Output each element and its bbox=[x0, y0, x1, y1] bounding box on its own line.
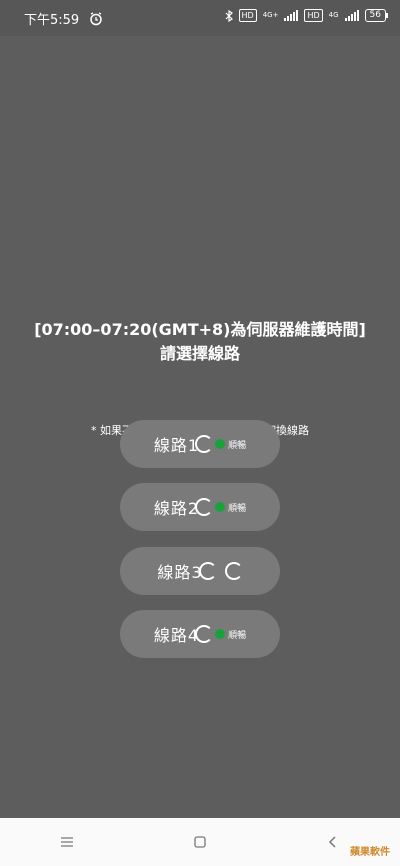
page-title: [07:00–07:20(GMT+8)為伺服器維護時間] 請選擇線路 bbox=[0, 318, 400, 366]
menu-icon[interactable] bbox=[57, 832, 77, 852]
route-status: 順暢 bbox=[228, 630, 247, 641]
status-left: 下午5:59 bbox=[24, 9, 103, 28]
loading-spinner-icon bbox=[195, 435, 214, 453]
route-label: 線路3 bbox=[157, 563, 203, 582]
route-button-2[interactable]: 線路2 順暢 bbox=[120, 483, 280, 531]
route-label: 線路4 bbox=[153, 626, 200, 645]
alarm-clock-icon bbox=[90, 11, 102, 25]
network-type-2: 4G bbox=[328, 11, 339, 19]
signal-icon-1 bbox=[284, 10, 299, 21]
home-square-icon[interactable] bbox=[190, 832, 210, 852]
route-label: 線路2 bbox=[153, 499, 200, 518]
route-label: 線路1 bbox=[153, 436, 200, 455]
clock-time: 下午5:59 bbox=[24, 13, 80, 28]
network-type-1: 4G+ bbox=[262, 11, 279, 19]
route-button-4[interactable]: 線路4 順暢 bbox=[120, 610, 280, 658]
bluetooth-icon bbox=[225, 9, 233, 22]
loading-spinner-icon bbox=[195, 498, 214, 516]
hd-badge-2: HD bbox=[304, 9, 323, 22]
status-dot-icon bbox=[215, 629, 226, 639]
battery-indicator: 56 bbox=[364, 9, 389, 22]
route-button-1[interactable]: 線路1 順暢 bbox=[120, 420, 280, 468]
system-nav-bar bbox=[0, 818, 400, 866]
status-right: HD 4G+ HD 4G 56 bbox=[225, 9, 389, 22]
back-icon[interactable] bbox=[323, 832, 343, 852]
status-bar: 下午5:59 HD 4G+ HD 4G 56 bbox=[0, 0, 400, 36]
route-status: 順暢 bbox=[228, 503, 247, 514]
hd-badge-1: HD bbox=[238, 9, 257, 22]
route-button-3[interactable]: 線路3 bbox=[120, 547, 280, 595]
signal-icon-2 bbox=[344, 10, 359, 21]
route-status: 順暢 bbox=[228, 440, 247, 451]
main-content: [07:00–07:20(GMT+8)為伺服器維護時間] 請選擇線路 * 如果不… bbox=[0, 36, 400, 818]
status-dot-icon bbox=[215, 502, 226, 512]
maintenance-notice: [07:00–07:20(GMT+8)為伺服器維護時間] bbox=[34, 320, 366, 339]
status-dot-icon bbox=[215, 439, 226, 449]
watermark-logo: 蘋果軟件 bbox=[350, 847, 390, 858]
select-route-heading: 請選擇線路 bbox=[159, 344, 240, 363]
loading-spinner-icon bbox=[198, 562, 217, 580]
loading-spinner-icon bbox=[224, 562, 243, 580]
loading-spinner-icon bbox=[195, 625, 214, 643]
